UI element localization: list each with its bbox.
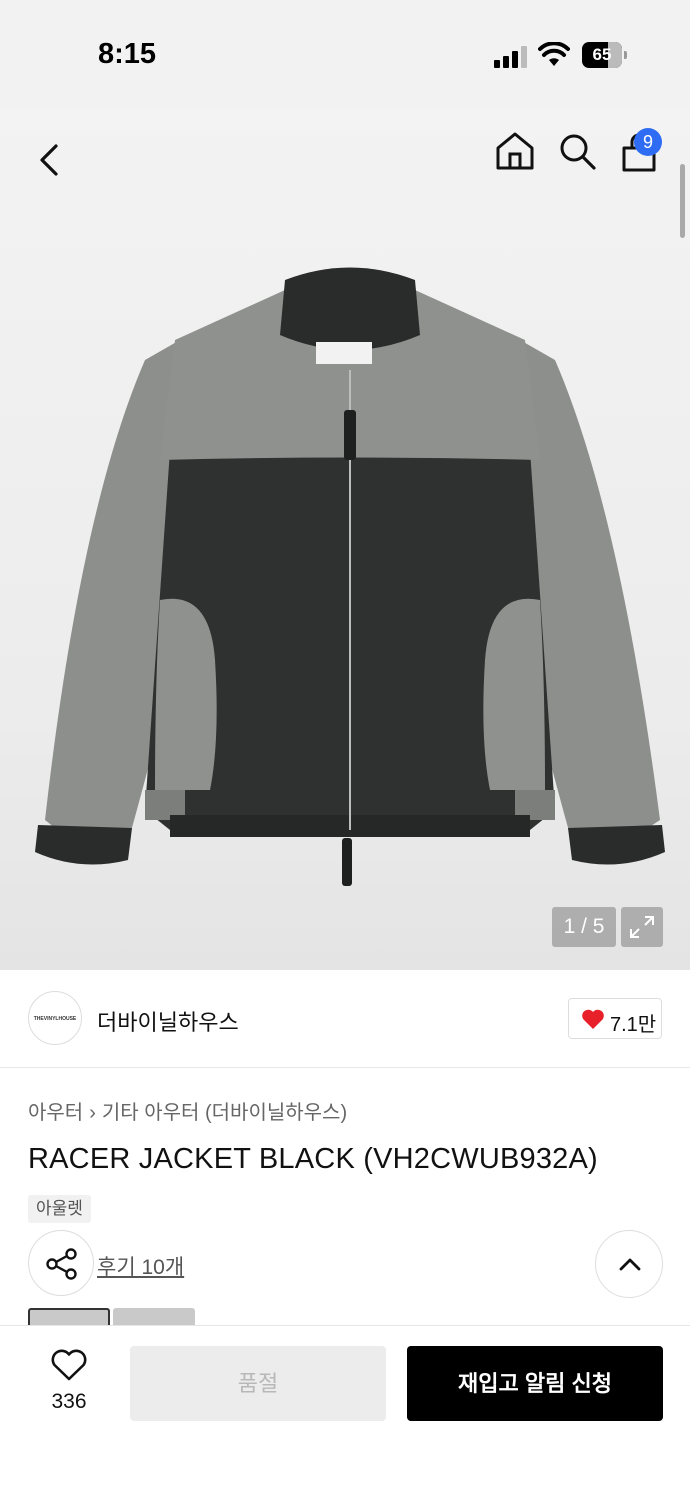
- restock-alert-button[interactable]: 재입고 알림 신청: [407, 1346, 663, 1421]
- search-icon[interactable]: [556, 130, 598, 172]
- brand-logo[interactable]: THEVINYLHOUSE: [28, 991, 82, 1045]
- home-icon[interactable]: [494, 130, 536, 172]
- battery-level: 65: [592, 45, 612, 64]
- breadcrumb-item-subcategory[interactable]: 기타 아우터 (더바이닐하우스): [102, 1102, 347, 1124]
- color-option-thumbnail[interactable]: [113, 1308, 195, 1326]
- chevron-up-icon: [619, 1258, 641, 1271]
- battery-icon: 65: [582, 42, 628, 68]
- scroll-to-top-button[interactable]: [595, 1230, 663, 1298]
- product-photo: [35, 267, 665, 886]
- expand-image-button[interactable]: [621, 907, 663, 947]
- cellular-signal-icon: [494, 44, 528, 68]
- status-time: 8:15: [98, 38, 157, 70]
- heart-outline-icon: [51, 1349, 87, 1381]
- brand-row[interactable]: THEVINYLHOUSE 더바이닐하우스 7.1만: [0, 970, 690, 1068]
- product-title: RACER JACKET BLACK (VH2CWUB932A): [28, 1143, 598, 1175]
- share-button[interactable]: [28, 1230, 94, 1296]
- scrollbar[interactable]: [680, 164, 685, 238]
- breadcrumb-item-category[interactable]: 아우터: [28, 1102, 83, 1124]
- soldout-button: 품절: [130, 1346, 386, 1421]
- bottom-action-bar: 336 품절 재입고 알림 신청: [0, 1325, 690, 1500]
- cart-count-badge: 9: [634, 128, 662, 156]
- share-icon: [46, 1248, 77, 1280]
- outlet-tag: 아울렛: [28, 1195, 91, 1223]
- chevron-right-icon: ›: [89, 1102, 96, 1124]
- wifi-icon: [538, 42, 570, 66]
- review-link[interactable]: 후기 10개: [97, 1251, 184, 1281]
- wishlist-count: 336: [51, 1390, 87, 1413]
- brand-like-count: 7.1만: [610, 1014, 657, 1036]
- breadcrumb: 아우터 › 기타 아우터 (더바이닐하우스): [28, 1096, 347, 1125]
- heart-filled-icon: [582, 1009, 604, 1029]
- color-option-thumbnail[interactable]: [28, 1308, 110, 1326]
- image-page-indicator: 1 / 5: [552, 907, 616, 947]
- expand-icon: [630, 916, 654, 938]
- back-arrow-icon[interactable]: [32, 138, 66, 182]
- brand-like-button[interactable]: 7.1만: [568, 998, 662, 1039]
- wishlist-button[interactable]: 336: [36, 1348, 102, 1428]
- product-image-gallery[interactable]: 9 1 / 5: [0, 110, 690, 970]
- status-bar: 8:15 65: [0, 0, 690, 110]
- brand-name[interactable]: 더바이닐하우스: [97, 1005, 239, 1037]
